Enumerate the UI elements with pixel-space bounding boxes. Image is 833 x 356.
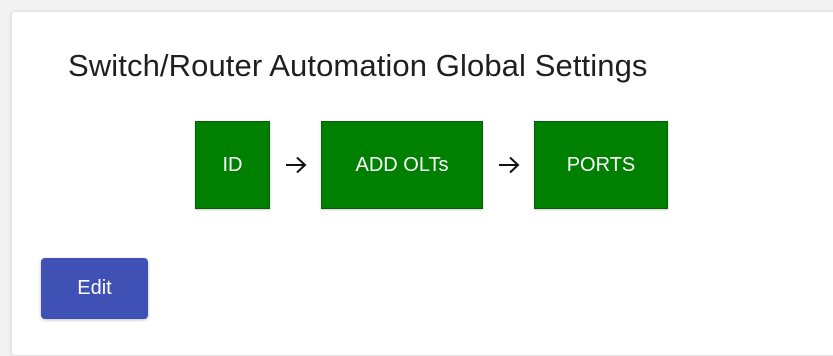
step-add-olts-button[interactable]: ADD OLTs [321, 121, 483, 209]
step-label: ADD OLTs [355, 153, 449, 176]
step-ports-button[interactable]: PORTS [534, 121, 668, 209]
step-label: ID [222, 153, 243, 176]
arrow-right-icon [270, 121, 321, 209]
step-id-button[interactable]: ID [195, 121, 270, 209]
arrow-right-icon [483, 121, 534, 209]
step-label: PORTS [566, 153, 636, 176]
page-title: Switch/Router Automation Global Settings [68, 48, 648, 83]
workflow-steps: ID ADD OLTs PORTS [195, 121, 668, 209]
edit-button[interactable]: Edit [41, 258, 148, 319]
global-settings-card: Switch/Router Automation Global Settings… [11, 11, 833, 356]
